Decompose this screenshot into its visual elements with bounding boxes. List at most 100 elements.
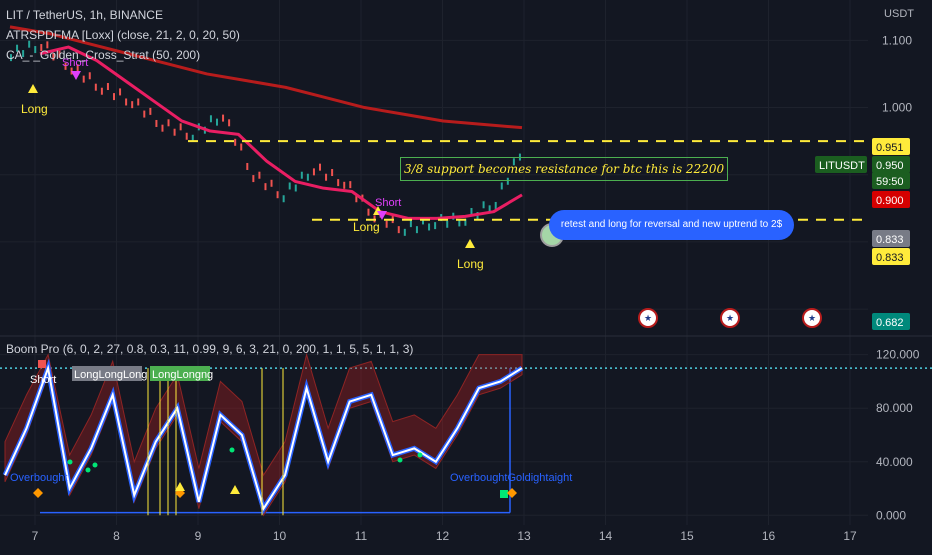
- price-candle: [246, 162, 249, 170]
- price-candle: [161, 124, 164, 132]
- price-candle: [331, 169, 334, 177]
- price-candle: [222, 114, 225, 122]
- badge-countdown-text: 59:50: [876, 176, 904, 188]
- price-candle: [282, 195, 285, 203]
- badge-0951: 0.951: [872, 138, 910, 155]
- indicator-legend-golden-cross[interactable]: CA_-_Golden_Cross_Strat (50, 200): [6, 48, 200, 62]
- price-candle: [258, 171, 261, 179]
- osc-overbought-label: Overbought: [10, 472, 67, 484]
- price-candle: [185, 132, 188, 140]
- osc-dot: [417, 452, 423, 458]
- osc-tick-label: 120.000: [876, 348, 920, 362]
- price-candle: [179, 123, 182, 131]
- resistance-note[interactable]: 3/8 support becomes resistance for btc t…: [400, 157, 729, 181]
- price-candle: [149, 107, 152, 115]
- us-flag-icon[interactable]: ★: [802, 308, 822, 328]
- osc-dot: [67, 459, 73, 465]
- price-candle: [434, 222, 437, 230]
- time-tick-label: 11: [355, 529, 368, 543]
- price-candle: [319, 163, 321, 171]
- badge-0950-text: 0.950: [876, 160, 904, 172]
- price-candle: [155, 119, 158, 127]
- price-candle: [119, 88, 122, 96]
- price-candle: [252, 175, 255, 183]
- price-candle: [270, 179, 273, 187]
- badge-symbol: LITUSDT: [815, 156, 867, 173]
- long-signal-label: Long: [21, 102, 48, 116]
- price-tick-label: 1.100: [882, 33, 912, 47]
- currency-label: USDT: [884, 8, 914, 20]
- osc-square-marker: [500, 490, 508, 498]
- price-candle: [264, 183, 267, 191]
- osc-long-group-b-label: LongLongng: [152, 369, 213, 381]
- osc-dot: [397, 457, 403, 463]
- price-candle: [216, 118, 218, 126]
- price-candle: [100, 87, 103, 95]
- badge-0682: 0.682: [872, 313, 910, 330]
- price-candle: [306, 173, 309, 181]
- osc-short-label: Short: [30, 374, 56, 386]
- price-candle: [167, 119, 170, 127]
- time-tick-label: 9: [195, 529, 202, 543]
- time-tick-label: 13: [517, 529, 531, 543]
- price-candle: [113, 93, 115, 101]
- price-tick-label: 1.000: [882, 101, 912, 115]
- osc-tick-label: 40.000: [876, 455, 913, 469]
- price-candle: [494, 201, 497, 209]
- price-candle: [482, 201, 485, 209]
- osc-tick-label: 0.000: [876, 508, 906, 522]
- long-signal-label: Long: [353, 220, 380, 234]
- price-candle: [294, 184, 297, 192]
- osc-short-marker: [38, 360, 46, 368]
- price-candle: [397, 226, 400, 234]
- badge-symbol-text: LITUSDT: [819, 160, 865, 172]
- price-candle: [446, 220, 449, 228]
- price-candle: [125, 98, 128, 106]
- time-tick-label: 10: [273, 529, 287, 543]
- price-candle: [94, 83, 97, 91]
- price-candle: [337, 179, 340, 187]
- price-candle: [343, 181, 346, 189]
- time-tick-label: 7: [32, 529, 39, 543]
- time-tick-label: 12: [436, 529, 450, 543]
- indicator-legend-atr[interactable]: ATRSPDFMA [Loxx] (close, 21, 2, 0, 20, 5…: [6, 28, 240, 42]
- osc-dot: [92, 462, 98, 468]
- badge-countdown: 59:50: [872, 172, 910, 189]
- badge-0682-text: 0.682: [876, 317, 904, 329]
- price-candle: [106, 83, 109, 91]
- osc-dot: [85, 467, 91, 473]
- us-flag-icon[interactable]: ★: [638, 308, 658, 328]
- long-signal-label: Long: [457, 257, 484, 271]
- chart-canvas[interactable]: 7 8 9 10 11 12 13 14 15 16 17 1.100 1.000 120.000 80.0…: [0, 0, 932, 550]
- price-candle: [428, 223, 431, 231]
- price-candle: [500, 182, 503, 190]
- price-candle: [325, 173, 328, 181]
- price-candle: [209, 115, 212, 123]
- price-candle: [88, 72, 91, 80]
- price-candle: [234, 138, 237, 146]
- price-candle: [173, 128, 176, 136]
- badge-0833-a: 0.833: [872, 230, 910, 247]
- price-candle: [349, 181, 352, 189]
- price-candle: [276, 191, 279, 199]
- badge-0833-b-text: 0.833: [876, 252, 904, 264]
- price-candle: [137, 98, 140, 106]
- reversal-callout[interactable]: retest and long for reversal and new upt…: [549, 210, 794, 240]
- price-candle: [385, 220, 388, 228]
- time-tick-label: 16: [762, 529, 776, 543]
- symbol-legend[interactable]: LIT / TetherUS, 1h, BINANCE: [6, 8, 163, 22]
- badge-0833-b: 0.833: [872, 248, 910, 265]
- time-tick-label: 17: [843, 529, 857, 543]
- time-tick-label: 15: [680, 529, 694, 543]
- badge-0951-text: 0.951: [876, 142, 904, 154]
- chart-root: 7 8 9 10 11 12 13 14 15 16 17 1.100 1.000 120.000 80.0…: [0, 0, 932, 550]
- price-candle: [312, 168, 315, 176]
- oscillator-legend[interactable]: Boom Pro (6, 0, 2, 27, 0.8, 0.3, 11, 0.9…: [6, 342, 413, 356]
- us-flag-icon[interactable]: ★: [720, 308, 740, 328]
- price-candle: [143, 110, 146, 118]
- price-candle: [131, 101, 134, 109]
- price-candle: [288, 182, 291, 190]
- badge-0833-a-text: 0.833: [876, 234, 904, 246]
- price-candle: [228, 119, 231, 127]
- price-candle: [409, 220, 412, 228]
